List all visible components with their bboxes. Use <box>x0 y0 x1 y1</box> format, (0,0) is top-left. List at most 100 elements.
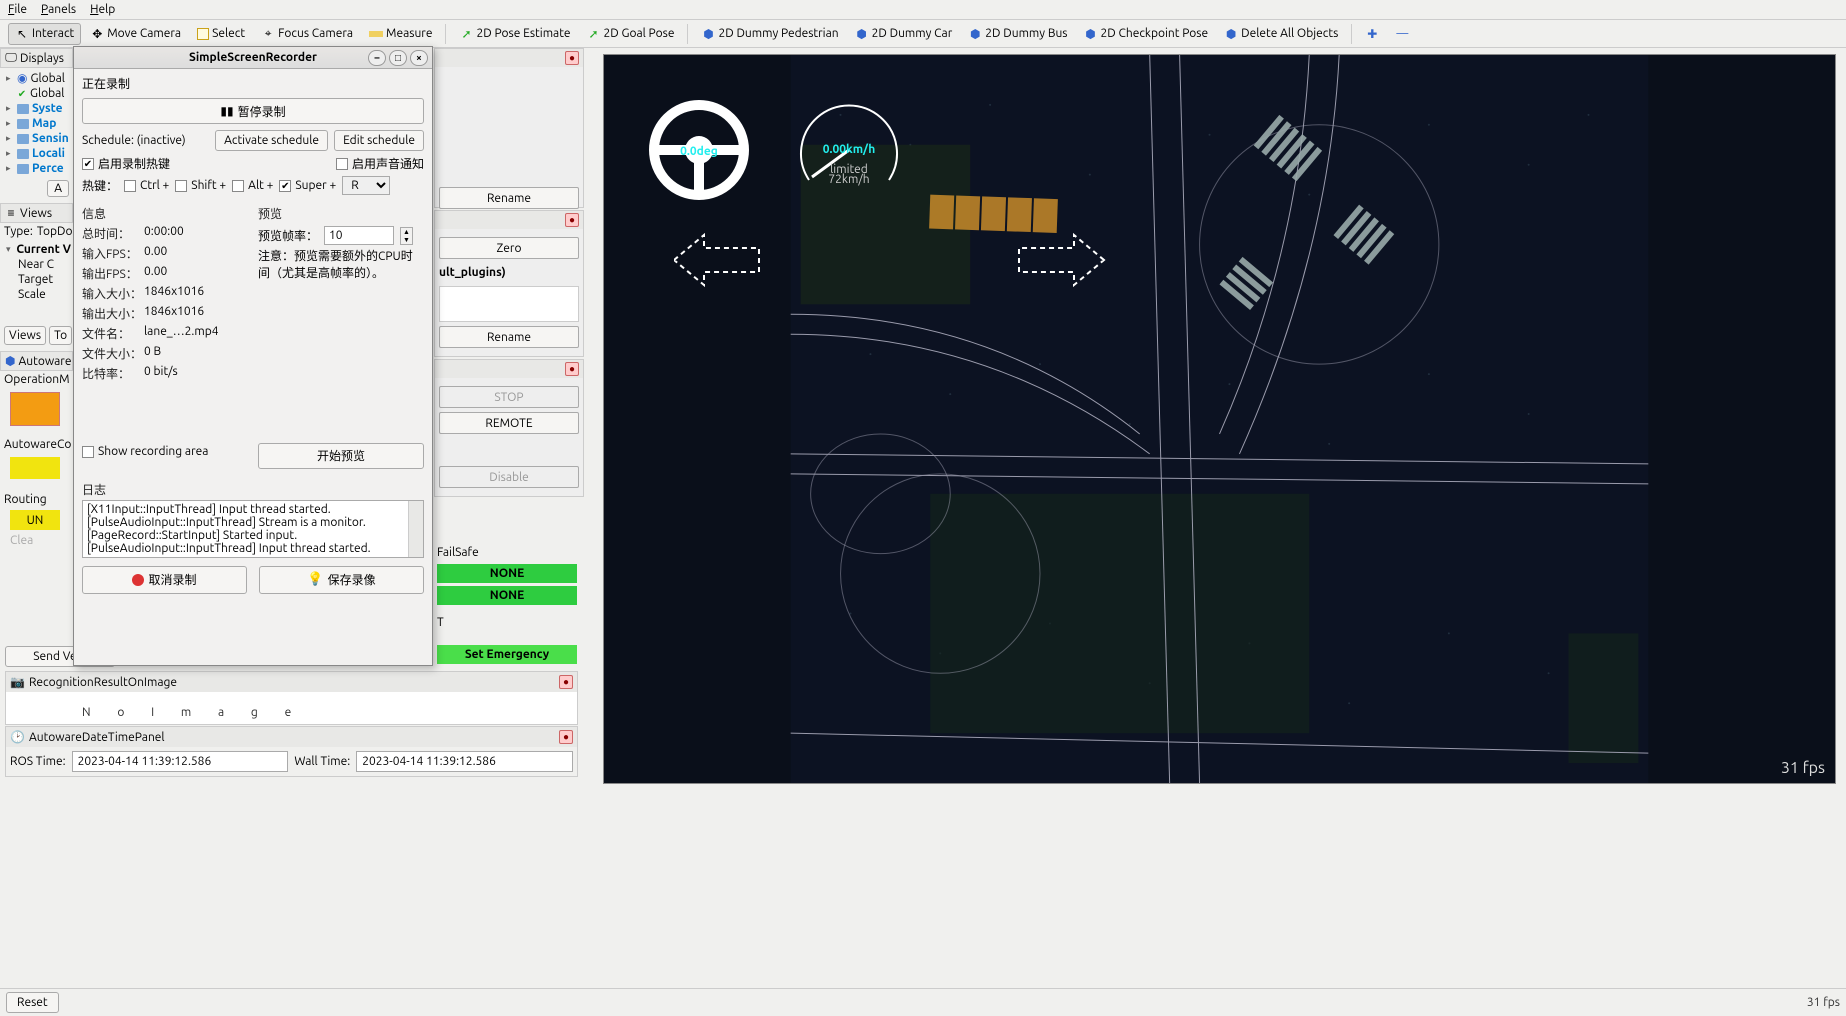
fps-label: 31 fps <box>1807 996 1840 1009</box>
pause-recording-button[interactable]: ▮▮暂停录制 <box>82 98 424 124</box>
bitrate-value: 0 bit/s <box>144 365 178 382</box>
listbox[interactable] <box>439 286 579 322</box>
tool-2d-pose-estimate[interactable]: ➚2D Pose Estimate <box>452 23 577 45</box>
routing-label: Routing <box>0 491 73 508</box>
reset-button[interactable]: Reset <box>6 992 59 1013</box>
select-icon <box>197 28 209 40</box>
preview-rate-label: 预览帧率： <box>258 227 318 244</box>
tree-localization[interactable]: ▸Locali <box>2 146 71 161</box>
minimize-icon[interactable]: – <box>368 50 386 66</box>
enable-hotkey-checkbox[interactable]: ✔启用录制热键 <box>82 155 170 172</box>
close-icon[interactable]: ● <box>559 730 573 744</box>
menu-help[interactable]: Help <box>90 3 115 16</box>
target-frame[interactable]: Target <box>2 272 71 287</box>
enable-sound-checkbox[interactable]: 启用声音通知 <box>336 155 424 172</box>
autoware-icon: ⬢ <box>5 354 15 368</box>
tool-focus-camera[interactable]: ⌖Focus Camera <box>254 23 360 45</box>
activate-schedule-button[interactable]: Activate schedule <box>215 130 328 151</box>
views-btn[interactable]: Views <box>4 326 46 345</box>
save-recording-button[interactable]: 💡保存录像 <box>259 566 424 594</box>
close-icon[interactable]: × <box>410 50 428 66</box>
output-size-value: 1846x1016 <box>144 305 204 322</box>
left-arrow-indicator <box>674 230 974 380</box>
ros-time-input[interactable] <box>72 751 289 772</box>
set-emergency-button[interactable]: Set Emergency <box>437 645 577 664</box>
tool-dummy-bus[interactable]: ⬢2D Dummy Bus <box>961 23 1074 45</box>
spinner-down-icon[interactable]: ▼ <box>401 236 412 244</box>
displays-panel-header[interactable]: 🖵 Displays <box>0 48 73 68</box>
tree-system[interactable]: ▸Syste <box>2 101 71 116</box>
rviz-viewport[interactable]: 0.0deg 0.00km/h limited 72km/h 31 fps <box>603 54 1836 784</box>
tool-2d-goal-pose[interactable]: ➚2D Goal Pose <box>580 23 682 45</box>
current-view[interactable]: ▾Current V <box>2 242 71 257</box>
stop-button[interactable]: STOP <box>439 386 579 408</box>
close-icon[interactable]: ● <box>565 362 579 376</box>
tree-global-options[interactable]: ▸◉Global <box>2 70 71 86</box>
scale[interactable]: Scale <box>2 287 71 302</box>
shift-checkbox[interactable]: Shift + <box>175 179 226 192</box>
t-label: T <box>437 608 577 629</box>
cancel-recording-button[interactable]: 取消录制 <box>82 566 247 594</box>
tool-interact[interactable]: ↖Interact <box>8 23 81 45</box>
window-titlebar[interactable]: SimpleScreenRecorder – □ × <box>74 47 432 69</box>
menu-file[interactable]: FFileile <box>8 3 27 16</box>
status-bar: Reset 31 fps <box>0 988 1846 1016</box>
failsafe-none-1: NONE <box>437 564 577 583</box>
tool-move-camera[interactable]: ✥Move Camera <box>83 23 188 45</box>
super-checkbox[interactable]: ✔Super + <box>279 179 336 192</box>
tool-measure[interactable]: Measure <box>362 23 439 44</box>
rename-button-1[interactable]: Rename <box>439 187 579 209</box>
views-panel-header[interactable]: ≡Views <box>0 203 73 223</box>
tool-checkpoint-pose[interactable]: ⬢2D Checkpoint Pose <box>1077 23 1216 45</box>
rename-button-2[interactable]: Rename <box>439 326 579 348</box>
hotkey-key-select[interactable]: R <box>342 176 390 195</box>
close-icon[interactable]: ● <box>565 51 579 65</box>
stop-red-icon <box>132 574 144 586</box>
autoware-icon: ⬢ <box>968 27 982 41</box>
preview-rate-input[interactable] <box>324 226 394 245</box>
clear-route-btn[interactable]: Clea <box>0 532 73 549</box>
log-textarea[interactable]: [X11Input::InputThread] Input thread sta… <box>82 500 424 558</box>
displays-title: Displays <box>20 52 64 65</box>
menu-panels[interactable]: Panels <box>41 3 76 16</box>
tree-sensing[interactable]: ▸Sensin <box>2 131 71 146</box>
zero-button[interactable]: Zero <box>439 237 579 259</box>
a-button[interactable]: A <box>47 180 69 197</box>
tool-delete-all[interactable]: ⬢Delete All Objects <box>1217 23 1345 45</box>
autoware-panel-header[interactable]: ⬢Autoware <box>0 351 73 371</box>
start-preview-button[interactable]: 开始预览 <box>258 443 424 469</box>
tool-select[interactable]: Select <box>190 23 252 44</box>
show-recording-area-checkbox[interactable]: Show recording area <box>82 445 248 458</box>
tool-dummy-car[interactable]: ⬢2D Dummy Car <box>848 23 960 45</box>
type-value[interactable]: TopDo <box>37 225 73 238</box>
file-name-value: lane_…2.mp4 <box>144 325 219 342</box>
preview-note: 注意：预览需要额外的CPU时间（尤其是高帧率的）。 <box>258 249 424 283</box>
output-fps-value: 0.00 <box>144 265 167 282</box>
tool-dummy-pedestrian[interactable]: ⬢2D Dummy Pedestrian <box>694 23 845 45</box>
ctrl-checkbox[interactable]: Ctrl + <box>124 179 169 192</box>
total-time-value: 0:00:00 <box>144 225 184 242</box>
spinner-up-icon[interactable]: ▲ <box>401 228 412 236</box>
maximize-icon[interactable]: □ <box>389 50 407 66</box>
close-icon[interactable]: ● <box>559 675 573 689</box>
preview-heading: 预览 <box>258 205 424 222</box>
screenrecorder-window: SimpleScreenRecorder – □ × 正在录制 ▮▮暂停录制 S… <box>73 46 433 666</box>
bulb-icon: 💡 <box>307 572 323 587</box>
disable-button[interactable]: Disable <box>439 466 579 488</box>
close-icon[interactable]: ● <box>565 213 579 227</box>
recording-status: 正在录制 <box>82 75 424 92</box>
near-clip[interactable]: Near C <box>2 257 71 272</box>
remote-button[interactable]: REMOTE <box>439 412 579 434</box>
input-size-value: 1846x1016 <box>144 285 204 302</box>
tool-plus[interactable]: ✚ <box>1358 23 1386 45</box>
tools-btn[interactable]: To <box>49 326 72 345</box>
tree-map[interactable]: ▸Map <box>2 116 71 131</box>
wall-time-input[interactable] <box>356 751 573 772</box>
edit-schedule-button[interactable]: Edit schedule <box>334 130 424 151</box>
tool-minus[interactable]: — <box>1388 23 1416 45</box>
tree-global-status[interactable]: ✔Global <box>2 86 71 101</box>
alt-checkbox[interactable]: Alt + <box>232 179 273 192</box>
file-size-value: 0 B <box>144 345 161 362</box>
tree-perception[interactable]: ▸Perce <box>2 161 71 176</box>
autoware-control-label: AutowareCo <box>0 436 73 453</box>
